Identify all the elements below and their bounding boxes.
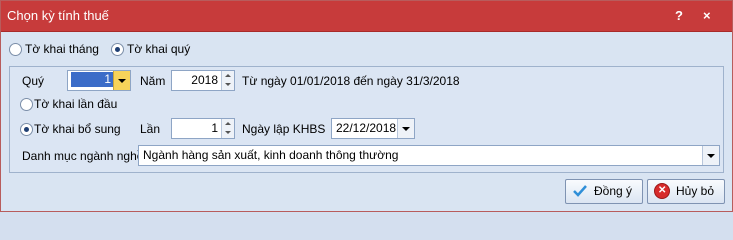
supplement-date-value: 22/12/2018 [336, 121, 397, 135]
quarter-dropdown[interactable]: 1 [67, 70, 131, 91]
quarter-dropdown-button[interactable] [113, 71, 130, 90]
radio-supplement-declaration-label[interactable]: Tờ khai bổ sung [34, 122, 121, 136]
title-bar: Chọn kỳ tính thuế ? × [1, 1, 732, 32]
year-label: Năm [140, 74, 166, 88]
times-spin-buttons[interactable] [221, 119, 234, 138]
close-button[interactable]: × [703, 8, 711, 23]
radio-selected-dot [115, 47, 120, 52]
dialog-title: Chọn kỳ tính thuế [7, 8, 109, 23]
ok-button[interactable]: Đồng ý [565, 179, 643, 204]
industry-value: Ngành hàng sản xuất, kinh doanh thông th… [143, 148, 399, 162]
industry-dropdown[interactable]: Ngành hàng sản xuất, kinh doanh thông th… [138, 145, 720, 166]
year-value: 2018 [191, 73, 218, 87]
spin-down-icon [225, 131, 231, 134]
period-group: Quý 1 Năm 2018 Từ ngày 01/01/2018 đến ng… [9, 66, 724, 173]
dialog-window: Chọn kỳ tính thuế ? × Tờ khai tháng Tờ k… [0, 0, 733, 212]
period-range-text: Từ ngày 01/01/2018 đến ngày 31/3/2018 [242, 74, 460, 88]
times-value: 1 [211, 121, 218, 135]
supplement-date-label: Ngày lập KHBS [242, 122, 326, 136]
times-label: Lần [140, 122, 161, 136]
help-button[interactable]: ? [675, 8, 683, 23]
radio-selected-dot [24, 127, 29, 132]
radio-first-declaration-label[interactable]: Tờ khai lần đầu [34, 97, 117, 111]
radio-quarterly[interactable] [111, 43, 124, 56]
chevron-down-icon [118, 79, 126, 83]
cancel-icon: ✕ [654, 183, 670, 199]
cancel-button[interactable]: ✕ Hủy bỏ [647, 179, 725, 204]
radio-monthly-label[interactable]: Tờ khai tháng [25, 42, 99, 56]
times-spinner[interactable]: 1 [171, 118, 235, 139]
year-spin-buttons[interactable] [221, 71, 234, 90]
chevron-down-icon [402, 127, 410, 131]
industry-label: Danh mục ngành nghề [22, 149, 144, 163]
supplement-date-picker[interactable]: 22/12/2018 [331, 118, 415, 139]
industry-dropdown-button[interactable] [702, 146, 719, 165]
radio-monthly[interactable] [9, 43, 22, 56]
spin-up-icon [225, 74, 231, 77]
date-dropdown-button[interactable] [397, 119, 414, 138]
radio-quarterly-label[interactable]: Tờ khai quý [127, 42, 190, 56]
cancel-button-label: Hủy bỏ [676, 184, 715, 198]
radio-first-declaration[interactable] [20, 98, 33, 111]
radio-supplement-declaration[interactable] [20, 123, 33, 136]
quarter-label: Quý [22, 74, 45, 88]
spin-down-icon [225, 83, 231, 86]
spin-up-icon [225, 122, 231, 125]
checkmark-icon [573, 185, 587, 197]
year-spinner[interactable]: 2018 [171, 70, 235, 91]
chevron-down-icon [707, 154, 715, 158]
quarter-value: 1 [71, 72, 115, 87]
ok-button-label: Đồng ý [594, 184, 633, 198]
